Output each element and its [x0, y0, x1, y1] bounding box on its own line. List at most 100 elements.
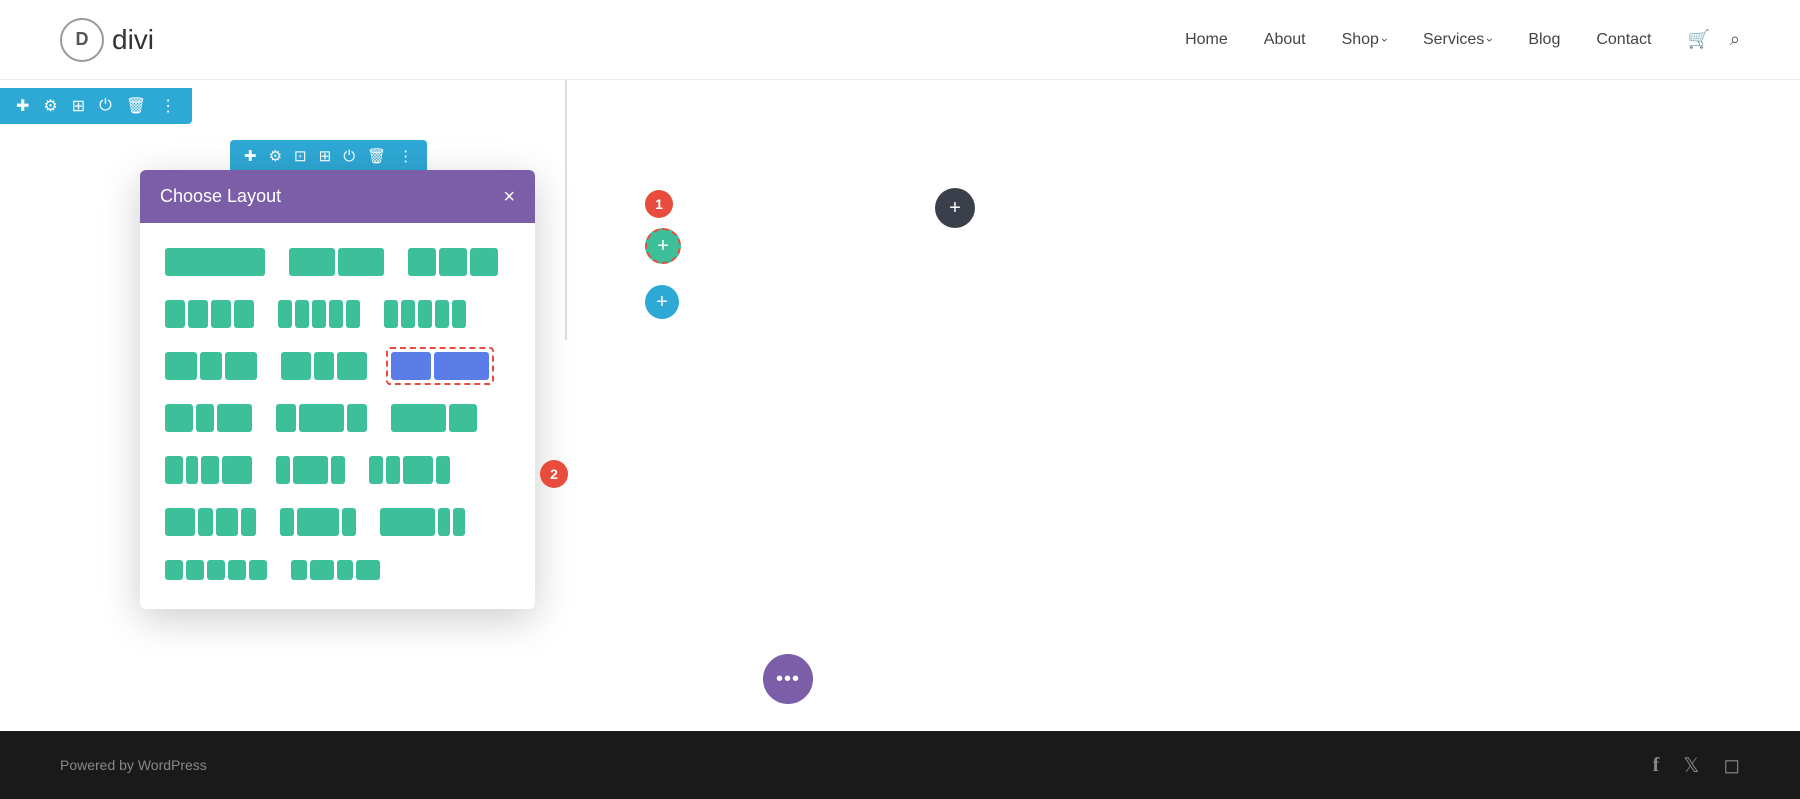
row-settings-icon[interactable]: ⚙ — [269, 147, 282, 165]
divi-options-button[interactable]: ••• — [763, 654, 813, 704]
row-layout-icon[interactable]: ⊡ — [294, 147, 307, 165]
shop-chevron — [1383, 31, 1387, 49]
layout-option-3col[interactable] — [403, 243, 503, 281]
row-grid-icon[interactable]: ⊞ — [319, 147, 332, 165]
col2 — [438, 508, 450, 536]
col1 — [280, 508, 294, 536]
layout-row-2 — [160, 295, 515, 333]
col1 — [408, 248, 436, 276]
col2 — [314, 352, 334, 380]
layout-option-r4a[interactable] — [160, 399, 257, 437]
nav-item-shop[interactable]: Shop — [1342, 31, 1387, 49]
layout-option-r5a[interactable] — [160, 451, 257, 489]
settings-icon[interactable]: ⚙ — [43, 96, 57, 116]
layout-option-r5c[interactable] — [364, 451, 455, 489]
layout-option-3c[interactable] — [276, 347, 372, 385]
layout-option-r4c[interactable] — [386, 399, 482, 437]
layout-option-2col-selected[interactable] — [386, 347, 494, 385]
more-icon[interactable]: ⋮ — [160, 96, 176, 116]
layout-option-4col-c[interactable] — [379, 295, 471, 333]
layout-option-full[interactable] — [160, 243, 270, 281]
add-section-button[interactable]: + — [935, 188, 975, 228]
col2 — [198, 508, 213, 536]
nav-item-home[interactable]: Home — [1185, 31, 1228, 49]
search-icon[interactable]: ⌕ — [1730, 29, 1740, 50]
row-toolbar: ✚ ⚙ ⊡ ⊞ ⏻ 🗑 ⋮ — [230, 140, 427, 172]
layout-row-4 — [160, 399, 515, 437]
layout-option-4col-a[interactable] — [160, 295, 259, 333]
nav-item-blog[interactable]: Blog — [1528, 31, 1560, 49]
col1 — [391, 404, 446, 432]
col2 — [186, 456, 198, 484]
layout-option-3b[interactable] — [160, 347, 262, 385]
col5 — [346, 300, 360, 328]
add-section-icon[interactable]: ✚ — [16, 96, 29, 116]
layout-option-r7b[interactable] — [286, 555, 385, 585]
col1 — [165, 456, 183, 484]
col1 — [380, 508, 435, 536]
layout-row-6 — [160, 503, 515, 541]
col1 — [165, 404, 193, 432]
col2 — [297, 508, 339, 536]
cart-icon[interactable]: 🛒 — [1687, 29, 1709, 50]
logo-icon: D — [60, 18, 104, 62]
row-delete-icon[interactable]: 🗑 — [367, 147, 386, 165]
col4 — [435, 300, 449, 328]
col2 — [186, 560, 204, 580]
col2 — [295, 300, 309, 328]
col3 — [211, 300, 231, 328]
col3 — [453, 508, 465, 536]
disable-icon[interactable]: ⏻ — [99, 97, 112, 115]
col1 — [289, 248, 335, 276]
row-more-icon[interactable]: ⋮ — [398, 147, 413, 165]
logo[interactable]: D divi — [60, 18, 154, 62]
layout-option-r7a[interactable] — [160, 555, 272, 585]
choose-layout-modal: Choose Layout × — [140, 170, 535, 609]
instagram-icon[interactable]: ◻ — [1723, 753, 1740, 778]
layout-row-7 — [160, 555, 515, 585]
dots-icon: ••• — [776, 668, 800, 691]
twitter-icon[interactable]: 𝕏 — [1683, 753, 1699, 778]
nav-item-services[interactable]: Services — [1423, 31, 1492, 49]
layout-row-3 — [160, 347, 515, 385]
layout-option-2col[interactable] — [284, 243, 389, 281]
step-badge-2: 2 — [540, 460, 568, 488]
facebook-icon[interactable]: f — [1653, 754, 1660, 777]
add-column-button-1[interactable]: + — [645, 228, 681, 264]
col3 — [216, 508, 238, 536]
col2 — [310, 560, 334, 580]
nav-item-contact[interactable]: Contact — [1596, 31, 1651, 49]
add-row-button[interactable]: + — [645, 285, 679, 319]
col3 — [225, 352, 257, 380]
col2 — [386, 456, 400, 484]
footer-text: Powered by WordPress — [60, 757, 207, 773]
col3 — [337, 352, 367, 380]
col3 — [403, 456, 433, 484]
col3 — [217, 404, 252, 432]
modal-close-button[interactable]: × — [503, 187, 515, 207]
layout-row-5 — [160, 451, 515, 489]
col1 — [384, 300, 398, 328]
col2 — [449, 404, 477, 432]
modal-body — [140, 223, 535, 609]
col1 — [165, 560, 183, 580]
row-add-icon[interactable]: ✚ — [244, 147, 257, 165]
col3 — [342, 508, 356, 536]
row-disable-icon[interactable]: ⏻ — [343, 148, 355, 165]
layout-option-r6b[interactable] — [275, 503, 361, 541]
layout-row-1 — [160, 243, 515, 281]
col2-blue — [434, 352, 489, 380]
duplicate-icon[interactable]: ⊞ — [72, 96, 85, 116]
col4 — [436, 456, 450, 484]
logo-text: divi — [112, 24, 154, 56]
col1 — [165, 352, 197, 380]
col2 — [188, 300, 208, 328]
layout-option-r6c[interactable] — [375, 503, 470, 541]
delete-icon[interactable]: 🗑 — [126, 96, 146, 116]
col3 — [201, 456, 219, 484]
nav-item-about[interactable]: About — [1264, 31, 1306, 49]
layout-option-r4b[interactable] — [271, 399, 372, 437]
layout-option-r5b[interactable] — [271, 451, 350, 489]
layout-option-r6a[interactable] — [160, 503, 261, 541]
layout-option-4col-b[interactable] — [273, 295, 365, 333]
